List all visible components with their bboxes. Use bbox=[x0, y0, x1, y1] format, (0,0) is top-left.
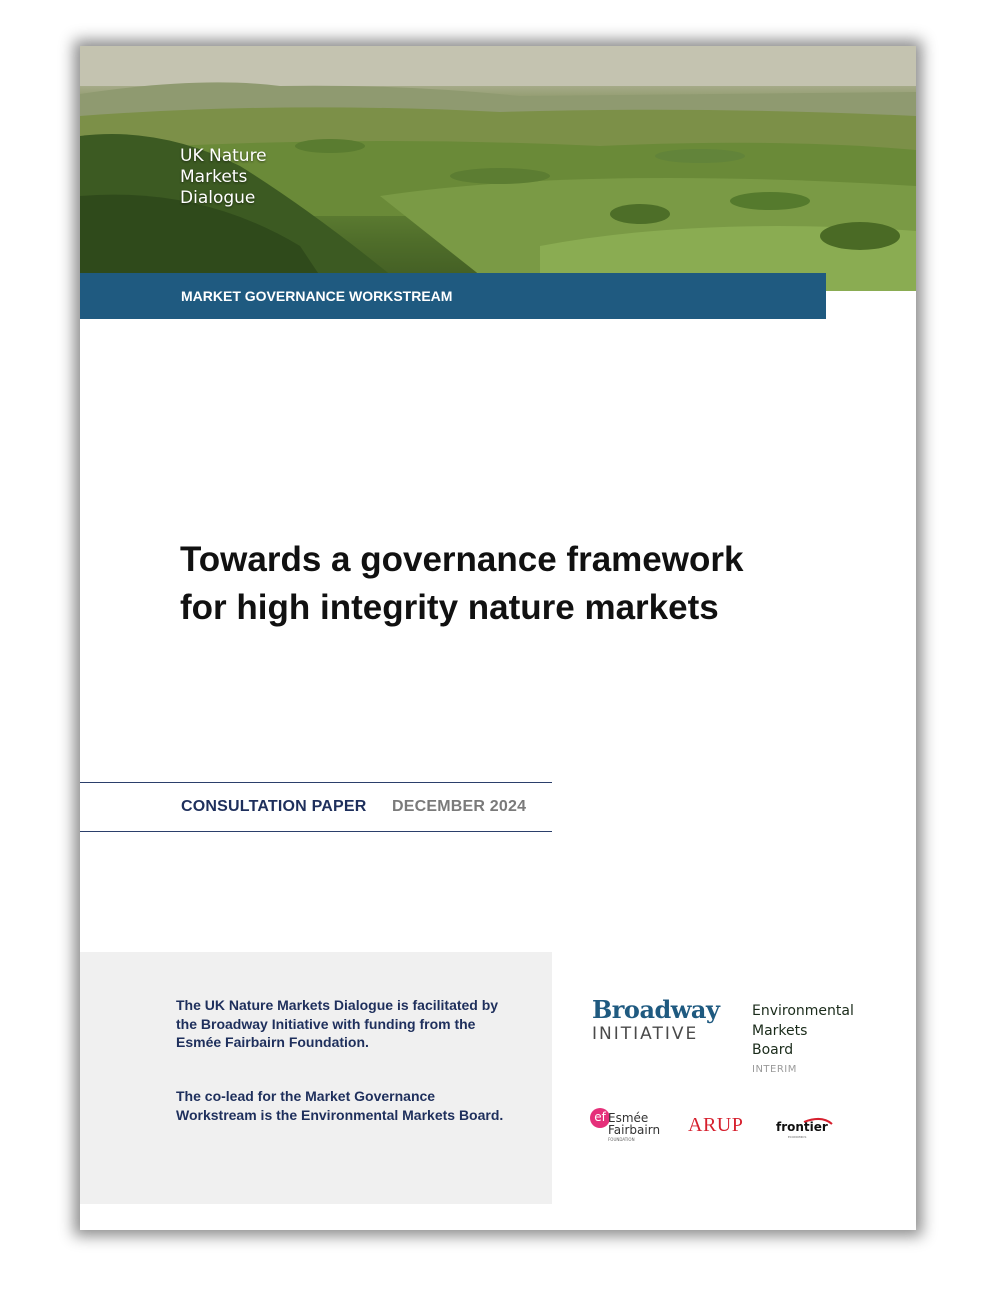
document-title: Towards a governance framework for high … bbox=[180, 536, 820, 632]
logo-text-line: Fairbairn bbox=[608, 1123, 661, 1137]
info-paragraph: The UK Nature Markets Dialogue is facili… bbox=[176, 997, 499, 1050]
logo-text: INTERIM bbox=[752, 1063, 797, 1075]
ef-mark-icon: ef bbox=[590, 1108, 610, 1128]
logo-text: Broadway bbox=[592, 995, 720, 1024]
logo-text: Markets bbox=[752, 1022, 808, 1039]
logo-text: INITIATIVE bbox=[592, 1024, 699, 1044]
paper-date: DECEMBER 2024 bbox=[392, 798, 527, 815]
hero-title-line: UK Nature bbox=[180, 146, 267, 166]
paper-info-bar: CONSULTATION PAPER DECEMBER 2024 bbox=[80, 782, 552, 832]
landscape-photo: UK Nature Markets Dialogue bbox=[80, 46, 916, 291]
logo-text: frontier bbox=[776, 1120, 828, 1134]
hero-title: UK Nature Markets Dialogue bbox=[180, 146, 267, 209]
logo-text: Esmée Fairbairn bbox=[608, 1112, 660, 1136]
broadway-initiative-logo: Broadway INITIATIVE bbox=[592, 995, 720, 1045]
logo-text: ECONOMICS bbox=[788, 1135, 807, 1139]
cover-page: UK Nature Markets Dialogue MARKET GOVERN… bbox=[80, 46, 916, 1230]
arup-logo: ARUP bbox=[688, 1114, 744, 1136]
environmental-markets-board-logo: Environmental Markets Board INTERIM bbox=[752, 1002, 854, 1075]
info-paragraph: The co-lead for the Market Governance Wo… bbox=[176, 1088, 504, 1123]
info-box: The UK Nature Markets Dialogue is facili… bbox=[80, 952, 552, 1204]
frontier-economics-logo: frontier ECONOMICS bbox=[774, 1116, 844, 1140]
hero-title-line: Dialogue bbox=[180, 188, 256, 208]
logo-text: Environmental bbox=[752, 1003, 854, 1019]
paper-type: CONSULTATION PAPER bbox=[181, 798, 367, 815]
title-line: Towards a governance framework bbox=[180, 540, 744, 579]
logo-text: Board bbox=[752, 1042, 794, 1058]
workstream-band: MARKET GOVERNANCE WORKSTREAM bbox=[80, 273, 826, 319]
esmee-fairbairn-logo: ef Esmée Fairbairn FOUNDATION bbox=[590, 1106, 670, 1146]
logo-text: FOUNDATION bbox=[608, 1137, 635, 1142]
hero-title-line: Markets bbox=[180, 167, 248, 187]
title-line: for high integrity nature markets bbox=[180, 588, 719, 627]
